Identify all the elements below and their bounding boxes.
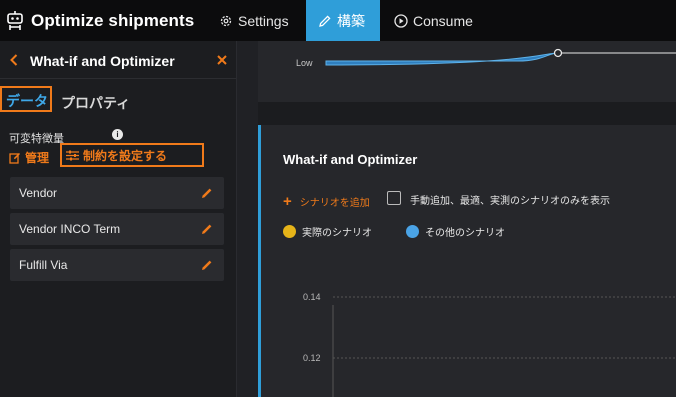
left-panel: What-if and Optimizer データ プロパティ 可変特徴量 i … [0, 41, 236, 397]
chevron-left-icon[interactable] [9, 53, 19, 67]
top-chart [325, 48, 676, 66]
tab-consume[interactable]: Consume [394, 0, 473, 41]
play-circle-icon [394, 13, 408, 28]
tab-build[interactable]: 構築 [306, 0, 380, 41]
panel-title: What-if and Optimizer [30, 53, 175, 69]
robot-logo-icon [7, 11, 23, 30]
pencil-icon[interactable] [201, 223, 213, 235]
app-title: Optimize shipments [31, 11, 195, 30]
main-content: Low What-if and Optimizer + シナリオを追加 手動追加… [258, 41, 676, 397]
top-chart-area [325, 52, 559, 66]
pencil-icon [319, 14, 331, 27]
pencil-icon[interactable] [201, 187, 213, 199]
top-chart-card: Low [258, 41, 676, 102]
tab-consume-label: Consume [413, 12, 473, 29]
panel-header: What-if and Optimizer [0, 41, 236, 79]
variable-item-vendor[interactable]: Vendor [10, 177, 224, 209]
set-constraints-button[interactable]: 制約を設定する [60, 143, 204, 167]
variable-item-fulfill-via[interactable]: Fulfill Via [10, 249, 224, 281]
top-nav: Optimize shipments Settings 構築 Consume [0, 0, 676, 41]
tab-settings-label: Settings [238, 12, 289, 29]
scenario-chart: 0.14 0.12 [303, 292, 676, 397]
tab-properties[interactable]: プロパティ [61, 93, 130, 113]
tab-build-label: 構築 [337, 12, 365, 29]
manage-label: 管理 [25, 151, 50, 165]
close-icon[interactable] [216, 54, 228, 66]
info-icon[interactable]: i [112, 129, 123, 140]
y-tick-0-12: 0.12 [303, 353, 321, 363]
feature-label: 可変特徴量 [9, 133, 64, 145]
manage-button[interactable]: 管理 [9, 149, 49, 166]
variable-label: Fulfill Via [19, 258, 68, 272]
pencil-icon[interactable] [201, 259, 213, 271]
set-constraints-label: 制約を設定する [83, 148, 168, 163]
tab-settings[interactable]: Settings [219, 0, 289, 41]
gear-icon [220, 15, 232, 26]
panel-divider [236, 41, 258, 397]
low-label: Low [296, 58, 313, 68]
variable-label: Vendor [19, 186, 58, 200]
y-tick-0-14: 0.14 [303, 292, 321, 302]
variable-label: Vendor INCO Term [19, 222, 121, 236]
tab-data[interactable]: データ [0, 86, 52, 112]
edit-icon [9, 152, 20, 164]
sliders-icon [66, 150, 79, 160]
optimizer-card: What-if and Optimizer + シナリオを追加 手動追加、最適、… [258, 125, 676, 397]
variable-item-vendor-inco-term[interactable]: Vendor INCO Term [10, 213, 224, 245]
top-chart-point[interactable] [553, 48, 563, 58]
